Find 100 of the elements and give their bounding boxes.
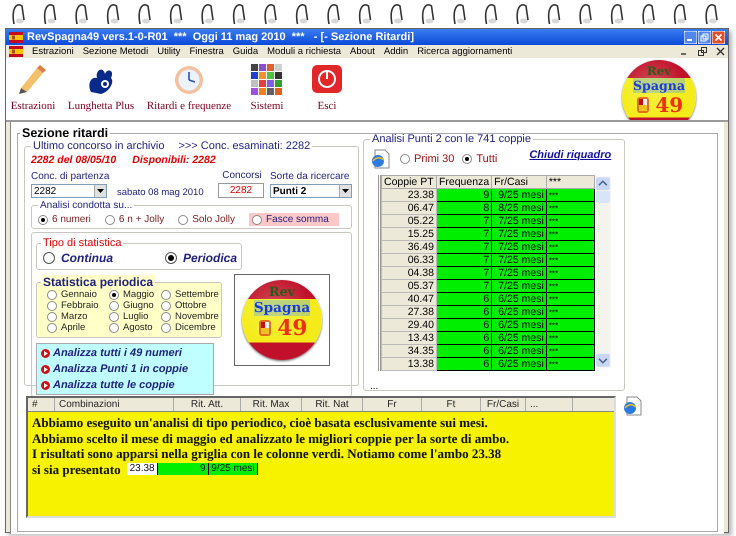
radio-button[interactable]: Ottobre (161, 300, 217, 311)
table-cell: 34.35 (382, 344, 436, 358)
radio-button[interactable]: Febbraio (47, 300, 109, 311)
table-cell: *** (546, 332, 595, 344)
radio-button[interactable]: Continua (43, 251, 113, 265)
radio-button[interactable]: Giugno (109, 300, 161, 311)
radio-button[interactable]: Tutti (462, 153, 498, 165)
radio-button[interactable]: Dicembre (161, 322, 217, 333)
table-cell: 7 (436, 280, 492, 292)
table-cell: 7/25 mesi (492, 266, 546, 280)
column-header[interactable]: Fr (363, 398, 422, 411)
toolbar-button[interactable]: Lunghetta Plus (62, 58, 140, 112)
action-link[interactable]: Analizza tutti i 49 numeri (41, 347, 209, 359)
close-icon[interactable] (716, 47, 725, 56)
field-label: Sorte da ricercare (270, 171, 350, 182)
document-globe-icon (370, 149, 390, 169)
column-header[interactable]: Combinazioni (55, 398, 174, 411)
column-header[interactable]: ... (526, 398, 573, 411)
caret-icon (97, 189, 104, 193)
app-flag-icon (9, 46, 23, 57)
app-flag-icon (9, 32, 23, 42)
table-cell: 7 (436, 254, 492, 266)
table-cell: 9/25 mesi (492, 188, 546, 202)
menu-item[interactable]: About (350, 46, 375, 57)
radio-button[interactable]: Periodica (165, 251, 238, 265)
menu-item[interactable]: Addin (384, 46, 408, 57)
action-link[interactable]: Analizza tutte le coppie (41, 379, 209, 391)
menu-item[interactable]: Utility (157, 46, 180, 57)
menu-item[interactable]: Moduli a richiesta (267, 46, 342, 57)
column-header[interactable]: Coppie PT (382, 176, 436, 188)
color-grid-icon (249, 62, 285, 96)
toolbar-button[interactable]: Sistemi (238, 58, 296, 112)
radio-button[interactable]: Marzo (47, 311, 109, 322)
radio-button[interactable]: Solo Jolly (178, 213, 236, 226)
play-icon (41, 364, 50, 374)
table-cell: 7 (436, 228, 492, 240)
toolbar-button[interactable]: Esci (302, 58, 352, 112)
dropdown[interactable]: 2282 (31, 184, 107, 198)
restore-icon[interactable] (698, 47, 707, 56)
menu-item[interactable]: Sezione Metodi (82, 46, 148, 57)
logo-text: Rev (646, 64, 672, 78)
menu-item[interactable]: Finestra (189, 46, 224, 57)
menu-item[interactable]: Estrazioni (32, 46, 74, 57)
column-header[interactable]: Fr/Casi (492, 176, 546, 188)
table-cell: 6 (436, 358, 492, 370)
window-title: RevSpagna49 vers.1-0-R01 *** Oggi 11 mag 2010 *** - [- Sezione Ritardi] (27, 31, 414, 43)
section-title: Sezione ritardi (21, 126, 110, 140)
draws-field[interactable]: 2282 (218, 183, 264, 198)
group-label: Analisi condotta su... (39, 200, 134, 211)
table-cell: 06.33 (382, 254, 436, 266)
radio-button[interactable]: Primi 30 (400, 153, 454, 165)
table-cell: 40.47 (382, 292, 436, 306)
logo-text: 49 (655, 93, 684, 118)
column-header[interactable]: Frequenza (436, 176, 492, 188)
table-cell: 7 (436, 266, 492, 280)
table-cell: 7 (436, 214, 492, 228)
group-label: Tipo di statistica (42, 237, 122, 249)
column-header[interactable]: Rit. Att. (174, 398, 241, 411)
table-cell: 6/25 mesi (492, 344, 546, 358)
table-cell: 7 (436, 240, 492, 254)
action-link[interactable]: Analizza Punti 1 in coppie (41, 363, 209, 375)
table-cell: 9 (436, 188, 492, 202)
section-label: Ultimo concorso in archivio (33, 140, 164, 152)
table-cell: *** (546, 228, 595, 240)
radio-button[interactable]: 6 n + Jolly (104, 213, 164, 226)
menu-item[interactable]: Ricerca aggiornamenti (417, 46, 512, 57)
toolbar-button[interactable]: Estrazioni (10, 58, 56, 112)
table-cell: 23.38 (382, 188, 436, 202)
radio-button[interactable]: Novembre (161, 311, 217, 322)
logo-text: Rev (268, 284, 296, 300)
radio-button[interactable]: Fasce somma (249, 213, 339, 226)
column-header[interactable]: # (28, 398, 55, 411)
group-label: Statistica periodica (41, 275, 156, 289)
dropdown[interactable]: Punti 2 (270, 184, 352, 198)
table-cell: 7/25 mesi (492, 280, 546, 292)
radio-button[interactable]: Aprile (47, 322, 109, 333)
table-cell: 7/25 mesi (492, 240, 546, 254)
column-header[interactable]: Fr/Casi (481, 398, 526, 411)
radio-button[interactable]: Agosto (109, 322, 161, 333)
power-icon (309, 62, 345, 96)
close-panel-link[interactable]: Chiudi riquadro (529, 149, 612, 161)
menu-item[interactable]: Guida (232, 46, 258, 57)
table-cell: *** (546, 358, 595, 370)
toolbar-button[interactable]: Ritardi e frequenze (146, 58, 232, 112)
radio-button[interactable]: Settembre (161, 289, 217, 300)
scrollbar[interactable] (595, 175, 611, 369)
column-header[interactable]: Rit. Nat (302, 398, 363, 411)
logo-text: 49 (277, 316, 308, 341)
table-cell: 6/25 mesi (492, 306, 546, 318)
radio-button[interactable]: Maggio (109, 289, 161, 300)
table-cell: *** (546, 214, 595, 228)
radio-button[interactable]: 6 numeri (38, 213, 91, 226)
radio-button[interactable]: Gennaio (47, 289, 109, 300)
radio-button[interactable]: Luglio (109, 311, 161, 322)
column-header[interactable]: Ft (422, 398, 481, 411)
column-header[interactable]: Rit. Max (241, 398, 302, 411)
status-text: Disponibili: 2282 (132, 154, 216, 166)
table-cell: 6 (436, 344, 492, 358)
table-cell: 9 (158, 463, 209, 476)
column-header[interactable]: *** (546, 176, 595, 188)
